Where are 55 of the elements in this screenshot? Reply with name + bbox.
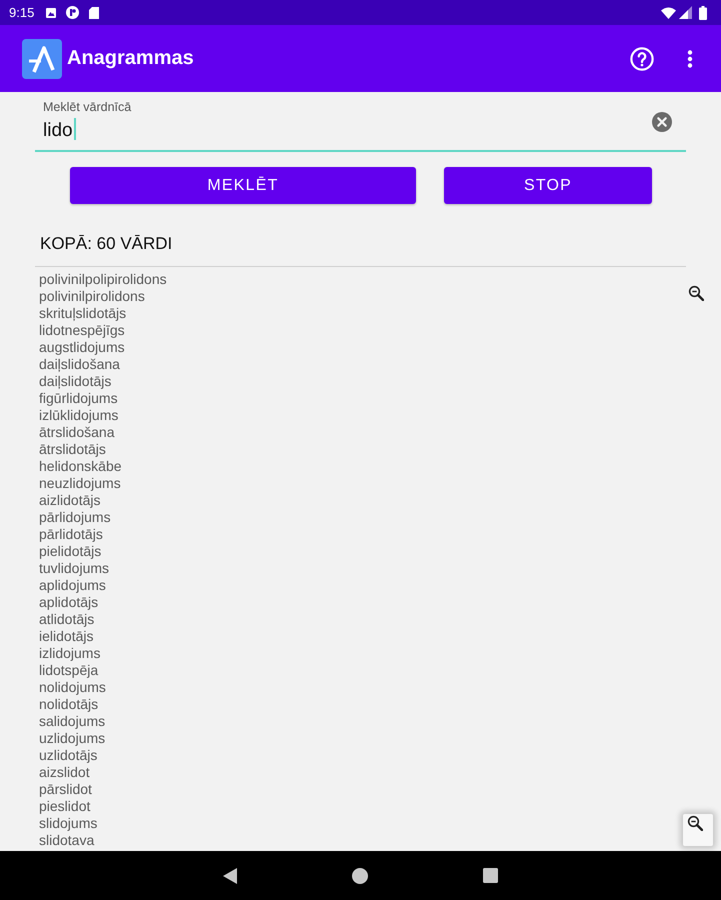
circle-icon (66, 6, 80, 19)
app-title: Anagrammas (67, 47, 194, 70)
result-word: daiļslidotājs (39, 373, 112, 390)
result-word: figūrlidojums (39, 390, 118, 407)
result-word: slidojums (39, 815, 98, 832)
result-word: pārlidotājs (39, 526, 103, 543)
zoom-button[interactable] (683, 814, 713, 846)
search-button[interactable]: MEKLĒT (70, 167, 416, 204)
stop-button[interactable]: STOP (444, 167, 652, 204)
result-word: pārlidojums (39, 509, 111, 526)
battery-icon (699, 6, 707, 20)
result-word: helidonskābe (39, 458, 122, 475)
result-word: tuvlidojums (39, 560, 110, 577)
result-word: augstlidojums (39, 339, 125, 356)
result-word: skrituļslidotājs (39, 305, 126, 322)
more-options-icon[interactable] (687, 50, 693, 68)
result-word: uzlidojums (39, 730, 106, 747)
home-icon[interactable] (352, 868, 368, 884)
result-word: nolidotājs (39, 696, 98, 713)
logo-icon (22, 38, 62, 78)
status-time: 9:15 (9, 5, 34, 20)
result-word: polivinilpirolidons (39, 288, 145, 305)
result-word: aplidojums (39, 577, 106, 594)
result-word: daiļslidošana (39, 356, 120, 373)
result-word: ielidotājs (39, 628, 94, 645)
result-word: izlūklidojums (39, 407, 118, 424)
back-icon[interactable] (223, 868, 237, 884)
result-word: pārslidot (39, 781, 92, 798)
result-word: pieslidot (39, 798, 90, 815)
result-word: polivinilpolipirolidons (39, 271, 167, 288)
sd-card-icon (89, 6, 100, 18)
signal-icon (679, 6, 692, 19)
magnifier-icon[interactable] (688, 285, 704, 301)
result-word: uzlidotājs (39, 747, 98, 764)
word-count: KOPĀ: 60 VĀRDI (40, 234, 174, 254)
result-word: ātrslidotājs (39, 441, 106, 458)
result-word: atlidotājs (39, 611, 94, 628)
result-word: lidotnespējīgs (39, 322, 125, 339)
search-field[interactable]: Meklēt vārdnīcā lido (35, 100, 686, 152)
result-word: izlidojums (39, 645, 100, 662)
result-word: salidojums (39, 713, 106, 730)
result-word: aizslidot (39, 764, 90, 781)
result-word: ātrslidošana (39, 424, 114, 441)
result-word: aizlidotājs (39, 492, 100, 509)
clear-icon[interactable] (652, 112, 672, 132)
magnifier-icon[interactable] (687, 815, 703, 831)
result-word: lidotspēja (39, 662, 98, 679)
result-word: slidotava (39, 832, 94, 849)
picture-icon (46, 8, 56, 18)
result-word: pielidotājs (39, 543, 102, 560)
wifi-icon (661, 6, 676, 18)
result-word: aplidotājs (39, 594, 98, 611)
result-word: neuzlidojums (39, 475, 121, 492)
result-word: nolidojums (39, 679, 106, 696)
help-icon[interactable] (630, 46, 654, 70)
